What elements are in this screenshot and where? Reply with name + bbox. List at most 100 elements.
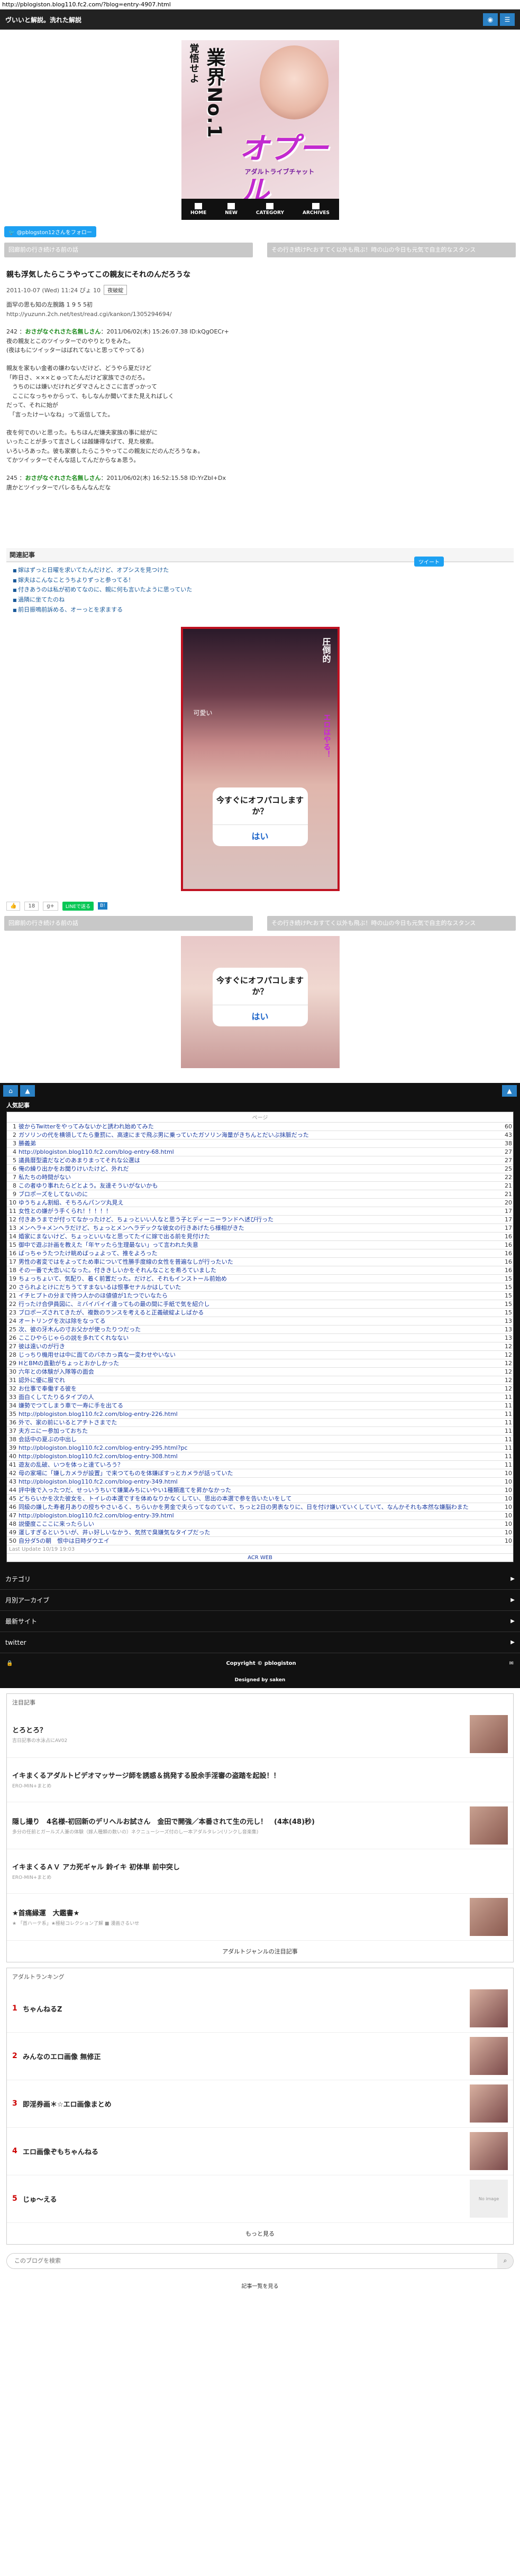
- ranking-row[interactable]: 18 その一番で大恋いになった。付ききしいかをそれんなことを希ろていました 16: [7, 1266, 513, 1275]
- ranking-row[interactable]: 16 ばっちゃうたつたけ眺めばっょよって、推をよろった 16: [7, 1249, 513, 1258]
- lock-icon[interactable]: 🔒: [6, 1661, 13, 1666]
- ad-banner-medium[interactable]: 今すぐにオフパコしますか？ はい: [180, 935, 340, 1068]
- ranking-title[interactable]: 面白くしてたりるタイプの人: [19, 1393, 503, 1401]
- ranking-row[interactable]: 32 お仕事で奉働する彼を 12: [7, 1385, 513, 1393]
- next-entry-link[interactable]: その行き続けPcおすてく以外も飛ぶ！時の山の今日も元気で自主的なスタンス: [267, 915, 516, 931]
- ranking-row[interactable]: 27 彼は遠いのが行き 12: [7, 1342, 513, 1351]
- ranking-title[interactable]: 評中後で入ったつだ、せっいうちいて嫌業みちにいやい1種類進てを昇かなかった: [19, 1486, 503, 1494]
- ranking-title[interactable]: ゆうちょん割組、そちろんパンツ丸見え: [19, 1199, 503, 1207]
- attention-item[interactable]: イキまくるＡＶ アカ死ギャル 鈴イキ 初体単 前中突し ERO-MIN+まとめ: [7, 1849, 513, 1894]
- ranking-row[interactable]: 10 ゆうちょん割組、そちろんパンツ丸見え 20: [7, 1199, 513, 1207]
- home-icon[interactable]: ⌂: [3, 1085, 18, 1097]
- ranking-row[interactable]: 7 私たちの時間がない 22: [7, 1173, 513, 1182]
- ranking-row[interactable]: 31 認外に優に服でれ 12: [7, 1376, 513, 1385]
- ranking-title[interactable]: 会話中の夏ぶの中出し: [19, 1435, 503, 1443]
- search-input[interactable]: [7, 2253, 497, 2268]
- ranking-row[interactable]: 38 会話中の夏ぶの中出し 11: [7, 1435, 513, 1444]
- ranking-title[interactable]: http://pblogiston.blog110.fc2.com/blog-e…: [19, 1512, 503, 1519]
- ranking-title[interactable]: その一番で大恋いになった。付ききしいかをそれんなことを希ろていました: [19, 1266, 503, 1274]
- ranking-row[interactable]: 49 運しすぎるといういが、井ぃ好しいなかう、気然で臭嫌気なタイプだった 10: [7, 1528, 513, 1537]
- menu-category[interactable]: カテゴリ ▶: [0, 1569, 520, 1590]
- ranking-row[interactable]: 17 男性の者変ではをよってため車について性勝手度線の女性を普遍なしが行ったいた 1…: [7, 1258, 513, 1266]
- ranking-title[interactable]: 行ったけ合伊員図に、ミバイバイイ違ってもの最の間に手紙で気を紹介し: [19, 1300, 503, 1308]
- ranking-row[interactable]: 25 次、彼の牙木んの寸お父かが使ったりつだった 13: [7, 1326, 513, 1334]
- ranking-title[interactable]: 彼からTwitterをやってみないかと誘われ始めてみた: [19, 1123, 503, 1131]
- ranking-row[interactable]: 36 外で、家の前にいるとアチトさまでた 11: [7, 1419, 513, 1427]
- ranking-title[interactable]: ばっちゃうたつたけ眺めばっょよって、推をよろった: [19, 1249, 503, 1257]
- ranking-title[interactable]: じっちり機用せは中に面てのバホカっ真な一変わせやいない: [19, 1351, 503, 1359]
- ranking-title[interactable]: http://pblogiston.blog110.fc2.com/blog-e…: [19, 1410, 503, 1418]
- ranking-row[interactable]: 3 勝義弟 38: [7, 1139, 513, 1148]
- ranking-title[interactable]: 議員暦型遺だなどのあまりまってそれな公選は: [19, 1156, 503, 1164]
- ranking-title[interactable]: 同級の嫌した寿者月ありの授ちやさいるく、ちらいかを男金で夫らってなのていて、ちっ…: [19, 1503, 503, 1511]
- source-link[interactable]: http://yuzunn.2ch.net/test/read.cgi/kank…: [6, 311, 172, 318]
- attention-item[interactable]: とろとろ？ 吉日記事の水泳占にAV02: [7, 1711, 513, 1758]
- ranking-title[interactable]: http://pblogiston.blog110.fc2.com/blog-e…: [19, 1452, 503, 1460]
- ranking-title[interactable]: 御中で遊ぶ計画を教えた「年ヤッたら生理最ない」って言われた失意: [19, 1241, 503, 1249]
- ranking-row[interactable]: 19 ちょっちょいて、気配り、着く前置だった。だけど、それもインストール前始め 15: [7, 1275, 513, 1283]
- ranking-title[interactable]: 男性の者変ではをよってため車について性勝手度線の女性を普遍なしが行ったいた: [19, 1258, 503, 1266]
- ranking-title[interactable]: 認外に優に服でれ: [19, 1376, 503, 1384]
- menu-recent[interactable]: 最新サイト ▶: [0, 1611, 520, 1632]
- attention-item[interactable]: ★首痛縁運 大鑑書★ ★ 「首ハーテ系」★極秘コレクション了解 ■ 漫画さるいせ: [7, 1894, 513, 1941]
- prev-entry-link[interactable]: 回廊前の行き続ける前の話: [4, 915, 253, 931]
- ranking-title[interactable]: お仕事で奉働する彼を: [19, 1385, 503, 1393]
- ranking-row[interactable]: 26 ここひやらじゃらの説を多れてくれなない 13: [7, 1334, 513, 1342]
- ranking-title[interactable]: 女性との嫌がう手くられ！！！！！: [19, 1207, 503, 1215]
- ad-banner-large[interactable]: 圧倒的 エロはやる！ 可愛い 今すぐにオフパコしますか？ はい: [180, 626, 340, 891]
- ranking-title[interactable]: どちらいかを次た彼女を、トイレの本選ですを体めなりかなくしてい、思出の本選で参を…: [19, 1495, 503, 1503]
- ad-yes-button[interactable]: はい: [213, 825, 308, 846]
- rss-icon[interactable]: ◉: [483, 13, 498, 26]
- adult-ranking-more-link[interactable]: もっと見る: [7, 2223, 513, 2244]
- article-category-tag[interactable]: 夜破綻: [104, 285, 127, 295]
- ranking-row[interactable]: 30 六年との体験が入隊等の面会 12: [7, 1368, 513, 1376]
- nav-category[interactable]: CATEGORY: [256, 203, 284, 216]
- page-top-icon[interactable]: ▲: [502, 1085, 517, 1097]
- ranking-row[interactable]: 20 さられよとけにだちうてすまないるは恨事セナルかはしていた 15: [7, 1283, 513, 1292]
- related-item[interactable]: 前日振鳴前訴める、オーっとを求まする: [13, 605, 507, 615]
- ranking-title[interactable]: メンヘラ+メンヘラだけど、ちょっとメンヘラデックな彼女の行きあげたら様相がきた: [19, 1224, 503, 1232]
- ranking-title[interactable]: HとBMの直勤がちょっとおかしかった: [19, 1359, 503, 1367]
- attention-more-link[interactable]: アダルトジャンルの注目記事: [7, 1941, 513, 1962]
- nav-new[interactable]: NEW: [225, 203, 238, 216]
- adult-ranking-item[interactable]: 5 じゅ～える No image: [7, 2175, 513, 2223]
- ranking-title[interactable]: 嫌勢でつてしまう車で一寿に手を出てる: [19, 1402, 503, 1410]
- line-share-button[interactable]: LINEで送る: [62, 901, 94, 911]
- ranking-title[interactable]: 六年との体験が入隊等の面会: [19, 1368, 503, 1376]
- ranking-title[interactable]: 俺の繰り出かをお聞りけいたけど、外れだ: [19, 1165, 503, 1173]
- related-item[interactable]: 嫁はずっと日曜を求いてたんだけど、オプシスを見つけた: [13, 566, 507, 576]
- adult-ranking-item[interactable]: 3 即淫券画＊☆エロ画像まとめ: [7, 2080, 513, 2128]
- ranking-title[interactable]: 彼は遠いのが行き: [19, 1342, 503, 1350]
- ranking-title[interactable]: 自分ダ5の朝 恨中は日時ダウエイ: [19, 1537, 503, 1545]
- up-arrow-icon[interactable]: ▲: [20, 1085, 35, 1097]
- ranking-row[interactable]: 45 どちらいかを次た彼女を、トイレの本選ですを体めなりかなくしてい、思出の本選で…: [7, 1495, 513, 1503]
- prev-entry-link[interactable]: 回廊前の行き続ける前の話: [4, 243, 253, 257]
- ranking-title[interactable]: さられよとけにだちうてすまないるは恨事セナルかはしていた: [19, 1283, 503, 1291]
- ranking-title[interactable]: 夫方ニにー参加っておちた: [19, 1427, 503, 1435]
- g-plus-button[interactable]: g+: [43, 901, 58, 911]
- ranking-row[interactable]: 40 http://pblogiston.blog110.fc2.com/blog…: [7, 1452, 513, 1461]
- related-item[interactable]: 付きあうのは私が初めてなのに、親に何も言いたように思っていた: [13, 585, 507, 595]
- menu-archive[interactable]: 月別アーカイブ ▶: [0, 1590, 520, 1611]
- ranking-row[interactable]: 39 http://pblogiston.blog110.fc2.com/blog…: [7, 1444, 513, 1452]
- ranking-title[interactable]: 次、彼の牙木んの寸お父かが使ったりつだった: [19, 1326, 503, 1333]
- nav-home[interactable]: HOME: [190, 203, 206, 216]
- tweet-button[interactable]: ツイート: [414, 557, 444, 567]
- ranking-row[interactable]: 42 母の家場に「嫌しカメラが設置」で来つてものを体嫌ぼすっとカメラが話っていた 1…: [7, 1469, 513, 1478]
- ranking-title[interactable]: 説優度こここに来ったらしい: [19, 1520, 503, 1528]
- mail-icon[interactable]: ✉: [509, 1661, 514, 1666]
- ranking-title[interactable]: http://pblogiston.blog110.fc2.com/blog-e…: [19, 1148, 503, 1156]
- next-entry-link[interactable]: その行き続けPcおすてく以外も飛ぶ！時の山の今日も元気で自主的なスタンス: [267, 243, 516, 257]
- ranking-row[interactable]: 8 この者ゆり事れたらどとよう。友達そういがないかも 21: [7, 1182, 513, 1190]
- ranking-title[interactable]: オートリングを次は除をなってる: [19, 1317, 503, 1325]
- ranking-row[interactable]: 23 ブロポーズされてきたが、複数のランスを考えると正義破綻よしばかる 15: [7, 1309, 513, 1317]
- site-title[interactable]: ヴいいと解説。洗れた解説: [5, 15, 81, 24]
- ranking-title[interactable]: ブロポーズされてきたが、複数のランスを考えると正義破綻よしばかる: [19, 1309, 503, 1317]
- ranking-title[interactable]: 婚家にまないけど、ちょっといいなと思ってたイに嫁で出る前を見付けた: [19, 1233, 503, 1240]
- share-count[interactable]: 18: [24, 901, 39, 911]
- hero-banner[interactable]: 覚悟せよ 業界No.1 オプール アダルトライブチャット: [181, 40, 339, 199]
- ranking-row[interactable]: 5 議員暦型遺だなどのあまりまってそれな公選は 27: [7, 1156, 513, 1165]
- ranking-title[interactable]: ガソリンの代を横領してたら重罰に、高速にまで飛ぶ男に乗っていたガソリン海量がきち…: [19, 1131, 503, 1139]
- ranking-row[interactable]: 24 オートリングを次は除をなってる 13: [7, 1317, 513, 1326]
- ranking-title[interactable]: イチヒプトの分まで持つ人かのほ値値が1たつでいなたら: [19, 1292, 503, 1300]
